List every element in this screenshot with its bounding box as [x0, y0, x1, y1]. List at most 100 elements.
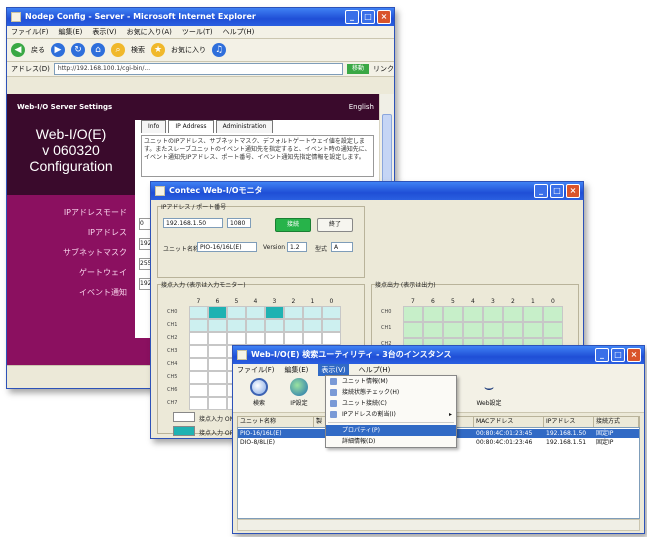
io-cell[interactable]	[403, 322, 423, 338]
io-cell[interactable]	[246, 332, 265, 345]
close-connection-button[interactable]: 終了	[317, 218, 353, 232]
io-cell[interactable]	[208, 384, 227, 397]
menu-item-details[interactable]: 詳細情報(D)	[326, 436, 456, 447]
io-cell[interactable]	[303, 306, 322, 319]
menu-file[interactable]: ファイル(F)	[237, 364, 275, 376]
io-cell[interactable]	[463, 306, 483, 322]
maximize-button[interactable]: □	[611, 348, 625, 362]
io-cell[interactable]	[523, 322, 543, 338]
io-cell[interactable]	[483, 322, 503, 338]
menu-edit[interactable]: 編集(E)	[285, 364, 309, 376]
io-cell[interactable]	[503, 322, 523, 338]
list-hscroll[interactable]	[237, 519, 640, 531]
io-cell[interactable]	[284, 332, 303, 345]
io-cell[interactable]	[284, 306, 303, 319]
io-cell[interactable]	[483, 306, 503, 322]
ip-input[interactable]: 192.168.1.50	[163, 218, 223, 228]
language-link[interactable]: English	[349, 94, 374, 120]
io-cell[interactable]	[403, 306, 423, 322]
port-input[interactable]: 1080	[227, 218, 251, 228]
forward-icon[interactable]: ▶	[51, 43, 65, 57]
menu-item-unit-connect[interactable]: ユニット接続(C)	[326, 398, 456, 409]
io-cell[interactable]	[423, 306, 443, 322]
col-ip[interactable]: IPアドレス	[544, 417, 594, 427]
io-cell[interactable]	[189, 319, 208, 332]
menu-favorites[interactable]: お気に入り(A)	[127, 26, 172, 38]
tab-ip-address[interactable]: IP Address	[168, 120, 214, 133]
io-cell[interactable]	[227, 332, 246, 345]
search-icon[interactable]: ⌕	[111, 43, 125, 57]
io-cell[interactable]	[227, 319, 246, 332]
minimize-button[interactable]: _	[534, 184, 548, 198]
io-cell[interactable]	[443, 306, 463, 322]
io-cell[interactable]	[246, 319, 265, 332]
refresh-icon[interactable]: ↻	[71, 43, 85, 57]
io-cell[interactable]	[265, 332, 284, 345]
io-cell[interactable]	[189, 358, 208, 371]
io-cell[interactable]	[208, 332, 227, 345]
menu-help[interactable]: ヘルプ(H)	[223, 26, 255, 38]
io-cell[interactable]	[322, 319, 341, 332]
web-setting-button[interactable]: ⌣ Web設定	[471, 378, 507, 408]
io-cell[interactable]	[322, 306, 341, 319]
io-cell[interactable]	[208, 371, 227, 384]
io-cell[interactable]	[208, 345, 227, 358]
close-button[interactable]: ×	[377, 10, 391, 24]
menu-item-unit-info[interactable]: ユニット情報(M)	[326, 376, 456, 387]
io-cell[interactable]	[189, 332, 208, 345]
col-unit-name[interactable]: ユニット名称	[238, 417, 314, 427]
io-cell[interactable]	[246, 306, 265, 319]
io-cell[interactable]	[208, 306, 227, 319]
address-input[interactable]: http://192.168.100.1/cgi-bin/...	[53, 63, 343, 75]
io-cell[interactable]	[284, 319, 303, 332]
maximize-button[interactable]: □	[361, 10, 375, 24]
connect-button[interactable]: 接続	[275, 218, 311, 232]
back-icon[interactable]: ◀	[11, 43, 25, 57]
col-mac[interactable]: MACアドレス	[474, 417, 544, 427]
links-label[interactable]: リンク	[373, 64, 394, 74]
search-tool-button[interactable]: 検索	[241, 378, 277, 407]
favorites-label[interactable]: お気に入り	[171, 45, 206, 55]
io-cell[interactable]	[303, 319, 322, 332]
tab-administration[interactable]: Administration	[215, 120, 274, 133]
io-cell[interactable]	[189, 306, 208, 319]
io-cell[interactable]	[208, 358, 227, 371]
menu-item-properties[interactable]: プロパティ(P)	[326, 425, 456, 436]
menu-tools[interactable]: ツール(T)	[182, 26, 213, 38]
media-icon[interactable]: ♫	[212, 43, 226, 57]
io-cell[interactable]	[208, 319, 227, 332]
go-button[interactable]: 移動	[347, 64, 369, 74]
minimize-button[interactable]: _	[595, 348, 609, 362]
maximize-button[interactable]: □	[550, 184, 564, 198]
io-cell[interactable]	[265, 306, 284, 319]
io-cell[interactable]	[189, 345, 208, 358]
io-cell[interactable]	[543, 322, 563, 338]
io-cell[interactable]	[303, 332, 322, 345]
menu-item-ip-assign[interactable]: IPアドレスの割当(I) ▸	[326, 409, 456, 420]
menu-edit[interactable]: 編集(E)	[59, 26, 83, 38]
io-cell[interactable]	[189, 371, 208, 384]
home-icon[interactable]: ⌂	[91, 43, 105, 57]
menu-view[interactable]: 表示(V)	[92, 26, 116, 38]
back-label[interactable]: 戻る	[31, 45, 45, 55]
io-cell[interactable]	[189, 397, 208, 410]
io-cell[interactable]	[208, 397, 227, 410]
io-cell[interactable]	[423, 322, 443, 338]
io-cell[interactable]	[189, 384, 208, 397]
io-cell[interactable]	[523, 306, 543, 322]
favorites-icon[interactable]: ★	[151, 43, 165, 57]
io-cell[interactable]	[463, 322, 483, 338]
menu-item-connection-check[interactable]: 接続状態チェック(H)	[326, 387, 456, 398]
menu-file[interactable]: ファイル(F)	[11, 26, 49, 38]
io-cell[interactable]	[322, 332, 341, 345]
io-cell[interactable]	[543, 306, 563, 322]
io-cell[interactable]	[443, 322, 463, 338]
io-cell[interactable]	[503, 306, 523, 322]
col-mode[interactable]: 接続方式	[594, 417, 639, 427]
tab-info[interactable]: Info	[141, 120, 167, 133]
close-button[interactable]: ×	[627, 348, 641, 362]
ip-setting-button[interactable]: IP設定	[281, 378, 317, 407]
minimize-button[interactable]: _	[345, 10, 359, 24]
close-button[interactable]: ×	[566, 184, 580, 198]
search-label[interactable]: 検索	[131, 45, 145, 55]
